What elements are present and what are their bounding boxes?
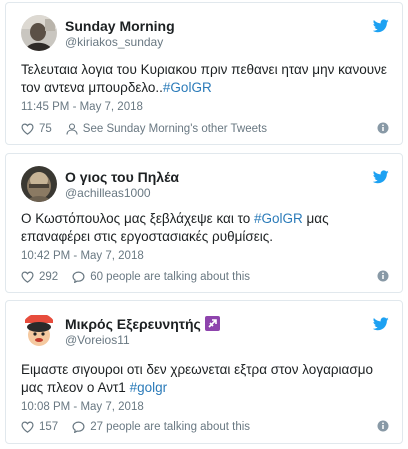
person-icon bbox=[66, 123, 78, 135]
avatar[interactable] bbox=[21, 166, 57, 202]
tweet-timestamp[interactable]: 10:42 PM - May 7, 2018 bbox=[21, 249, 144, 263]
tweet-header: Ο γιος του Πηλέα @achilleas1000 bbox=[21, 166, 179, 202]
like-count: 157 bbox=[39, 421, 59, 433]
heart-icon bbox=[21, 271, 34, 283]
like-count: 75 bbox=[39, 123, 52, 135]
heart-icon bbox=[21, 123, 34, 135]
heart-icon bbox=[21, 421, 34, 433]
tweet-text: Ειμαστε σιγουροι οτι δεν χρεωνεται εξτρα… bbox=[21, 361, 389, 397]
info-icon[interactable] bbox=[377, 420, 389, 432]
tweet-card: Ο γιος του Πηλέα @achilleas1000 Ο Κωστόπ… bbox=[5, 153, 403, 293]
speech-bubble-icon bbox=[72, 271, 85, 283]
tweet-timestamp[interactable]: 11:45 PM - May 7, 2018 bbox=[21, 100, 143, 114]
sagittarius-emoji bbox=[204, 316, 220, 331]
tweet-timestamp[interactable]: 10:08 PM - May 7, 2018 bbox=[21, 400, 144, 414]
tweet-body: Ειμαστε σιγουροι οτι δεν χρεωνεται εξτρα… bbox=[21, 362, 373, 395]
display-name[interactable]: Μικρός Εξερευνητής bbox=[65, 315, 220, 333]
hashtag-link[interactable]: #golgr bbox=[130, 380, 168, 395]
user-handle[interactable]: @Voreios11 bbox=[65, 333, 220, 348]
twitter-bird-icon[interactable] bbox=[373, 170, 389, 184]
see-other-tweets-label: See Sunday Morning's other Tweets bbox=[82, 123, 267, 135]
like-button[interactable]: 292 bbox=[21, 271, 58, 283]
twitter-bird-icon[interactable] bbox=[373, 317, 389, 331]
conversation-label: 27 people are talking about this bbox=[90, 421, 251, 433]
info-icon[interactable] bbox=[377, 270, 389, 282]
hashtag-link[interactable]: #GolGR bbox=[254, 211, 303, 226]
tweet-body-start: Ο Κωστόπουλος μας ξεβλάχεψε και το bbox=[21, 211, 254, 226]
avatar[interactable] bbox=[21, 15, 57, 51]
see-other-tweets-link[interactable]: See Sunday Morning's other Tweets bbox=[66, 123, 267, 135]
conversation-link[interactable]: 60 people are talking about this bbox=[72, 271, 250, 283]
tweet-text: Τελευταια λογια του Κυριακου πριν πεθανε… bbox=[21, 61, 389, 97]
tweet-actions: 157 27 people are talking about this bbox=[21, 418, 389, 436]
display-name[interactable]: Ο γιος του Πηλέα bbox=[65, 168, 179, 186]
twitter-bird-icon[interactable] bbox=[373, 19, 389, 33]
tweet-card: Μικρός Εξερευνητής @Voreios11 Ειμαστε σι… bbox=[5, 300, 403, 444]
avatar[interactable] bbox=[21, 313, 57, 349]
user-handle[interactable]: @achilleas1000 bbox=[65, 186, 179, 201]
display-name-text: Μικρός Εξερευνητής bbox=[65, 315, 201, 332]
hashtag-link[interactable]: #GolGR bbox=[163, 80, 212, 95]
speech-bubble-icon bbox=[72, 421, 85, 433]
like-button[interactable]: 157 bbox=[21, 421, 58, 433]
conversation-link[interactable]: 27 people are talking about this bbox=[72, 421, 250, 433]
tweet-text: Ο Κωστόπουλος μας ξεβλάχεψε και το #GolG… bbox=[21, 210, 389, 246]
tweet-actions: 75 See Sunday Morning's other Tweets bbox=[21, 120, 389, 138]
tweet-header: Sunday Morning @kiriakos_sunday bbox=[21, 15, 175, 51]
like-button[interactable]: 75 bbox=[21, 123, 52, 135]
user-handle[interactable]: @kiriakos_sunday bbox=[65, 35, 175, 50]
conversation-label: 60 people are talking about this bbox=[90, 271, 251, 283]
like-count: 292 bbox=[39, 271, 59, 283]
info-icon[interactable] bbox=[377, 122, 389, 134]
tweet-actions: 292 60 people are talking about this bbox=[21, 268, 389, 286]
tweet-card: Sunday Morning @kiriakos_sunday Τελευται… bbox=[5, 2, 403, 145]
tweet-header: Μικρός Εξερευνητής @Voreios11 bbox=[21, 313, 220, 349]
display-name[interactable]: Sunday Morning bbox=[65, 17, 175, 35]
